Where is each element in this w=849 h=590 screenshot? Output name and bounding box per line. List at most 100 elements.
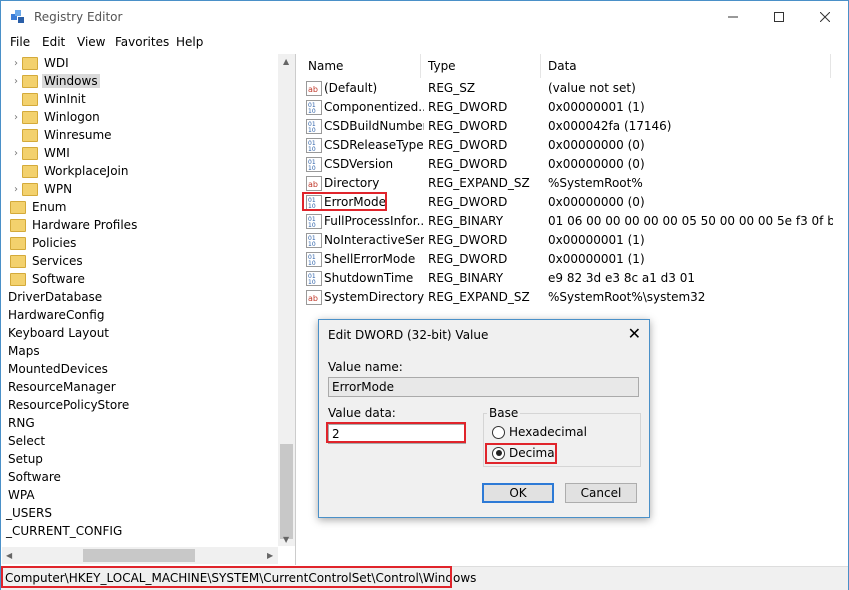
value-row[interactable]: ab Directory REG_EXPAND_SZ %SystemRoot% bbox=[301, 174, 848, 193]
tree-item[interactable]: _CURRENT_CONFIG bbox=[4, 522, 124, 540]
value-data: %SystemRoot%\system32 bbox=[548, 290, 706, 304]
value-data: 0x00000001 (1) bbox=[548, 252, 645, 266]
dialog-close-icon[interactable]: ✕ bbox=[628, 324, 641, 343]
value-name-field: ErrorMode bbox=[328, 377, 639, 397]
status-path-highlight bbox=[1, 566, 452, 588]
tree-item[interactable]: Setup bbox=[6, 450, 45, 468]
column-type[interactable]: Type bbox=[421, 54, 541, 78]
binary-value-icon: 0110 bbox=[306, 214, 322, 229]
value-row[interactable]: 01 10 CSDVersion REG_DWORD 0x00000000 (0) bbox=[301, 155, 848, 174]
tree-item[interactable]: › WDI bbox=[10, 54, 71, 72]
tree-item[interactable]: › Windows bbox=[10, 72, 100, 90]
scroll-down-icon[interactable]: ▼ bbox=[283, 535, 289, 544]
tree-item[interactable]: Software bbox=[2, 270, 87, 288]
tree-item-label: WDI bbox=[44, 56, 69, 70]
value-data: e9 82 3d e3 8c a1 d3 01 bbox=[548, 271, 695, 285]
value-type: REG_BINARY bbox=[428, 271, 504, 285]
tree-item-label: _USERS bbox=[6, 506, 52, 520]
tree-item-label: WMI bbox=[44, 146, 70, 160]
value-row[interactable]: 01 10 CSDReleaseType REG_DWORD 0x00000000 (0… bbox=[301, 136, 848, 155]
tree-item[interactable]: Winresume bbox=[10, 126, 114, 144]
value-type: REG_DWORD bbox=[428, 252, 508, 266]
tree-item-label: WPA bbox=[8, 488, 35, 502]
chevron-right-icon[interactable]: › bbox=[10, 58, 22, 69]
folder-icon bbox=[22, 164, 38, 178]
menu-edit[interactable]: Edit bbox=[42, 35, 65, 49]
string-value-icon: ab bbox=[306, 176, 322, 191]
chevron-right-icon[interactable]: › bbox=[10, 76, 22, 87]
value-row[interactable]: 01 10 FullProcessInfor... REG_BINARY 01 06 0… bbox=[301, 212, 848, 231]
value-row[interactable]: 01 10 CSDBuildNumber REG_DWORD 0x000042fa (1… bbox=[301, 117, 848, 136]
cancel-button[interactable]: Cancel bbox=[565, 483, 637, 503]
tree-item[interactable]: › Winlogon bbox=[10, 108, 102, 126]
tree-item[interactable]: Policies bbox=[2, 234, 78, 252]
tree-item[interactable]: ResourcePolicyStore bbox=[6, 396, 131, 414]
ok-button[interactable]: OK bbox=[482, 483, 554, 503]
folder-icon bbox=[10, 254, 26, 268]
value-row[interactable]: 01 10 ShellErrorMode REG_DWORD 0x00000001 (1… bbox=[301, 250, 848, 269]
tree-item[interactable]: Software bbox=[6, 468, 63, 486]
tree-item[interactable]: DriverDatabase bbox=[6, 288, 104, 306]
scroll-right-icon[interactable]: ▶ bbox=[267, 551, 273, 560]
scroll-up-icon[interactable]: ▲ bbox=[283, 57, 289, 66]
chevron-right-icon[interactable]: › bbox=[10, 184, 22, 195]
tree-item[interactable]: WorkplaceJoin bbox=[10, 162, 131, 180]
tree-item[interactable]: ResourceManager bbox=[6, 378, 118, 396]
menu-help[interactable]: Help bbox=[176, 35, 203, 49]
value-row[interactable]: ab (Default) REG_SZ (value not set) bbox=[301, 79, 848, 98]
scroll-left-icon[interactable]: ◀ bbox=[6, 551, 12, 560]
value-row[interactable]: ab SystemDirectory REG_EXPAND_SZ %SystemRoo… bbox=[301, 288, 848, 307]
tree-item[interactable]: WPA bbox=[6, 486, 37, 504]
svg-text:10: 10 bbox=[308, 146, 316, 153]
value-data: 0x00000001 (1) bbox=[548, 233, 645, 247]
tree-horizontal-scroll-thumb[interactable] bbox=[83, 549, 195, 562]
tree-item[interactable]: › WMI bbox=[10, 144, 72, 162]
menu-file[interactable]: File bbox=[10, 35, 30, 49]
folder-icon bbox=[10, 236, 26, 250]
tree-item[interactable]: Select bbox=[6, 432, 47, 450]
value-row[interactable]: 0110NoInteractiveSer... REG_DWORD 0x000000… bbox=[301, 231, 848, 250]
value-row[interactable]: 01 10 Componentized... REG_DWORD 0x00000001 … bbox=[301, 98, 848, 117]
value-row[interactable]: 01 10 ShutdownTime REG_BINARY e9 82 3d e3 8c… bbox=[301, 269, 848, 288]
tree-item[interactable]: RNG bbox=[6, 414, 37, 432]
tree-item[interactable]: Keyboard Layout bbox=[6, 324, 111, 342]
minimize-button[interactable] bbox=[710, 1, 756, 33]
value-name: FullProcessInfor... bbox=[324, 214, 424, 228]
tree-item[interactable]: MountedDevices bbox=[6, 360, 110, 378]
value-name: Directory bbox=[324, 176, 380, 190]
tree-item[interactable]: HardwareConfig bbox=[6, 306, 106, 324]
close-button[interactable] bbox=[802, 1, 848, 33]
tree-item[interactable]: Maps bbox=[6, 342, 42, 360]
tree-item-label: Winlogon bbox=[44, 110, 100, 124]
tree-item-label: WPN bbox=[44, 182, 73, 196]
menu-view[interactable]: View bbox=[77, 35, 105, 49]
tree-item[interactable]: › WPN bbox=[10, 180, 74, 198]
folder-icon bbox=[22, 110, 38, 124]
tree-item[interactable]: _USERS bbox=[4, 504, 54, 522]
tree-item[interactable]: WinInit bbox=[10, 90, 88, 108]
dialog-title: Edit DWORD (32-bit) Value bbox=[328, 328, 489, 342]
binary-value-icon: 0110 bbox=[306, 119, 322, 134]
column-name[interactable]: Name bbox=[301, 54, 421, 78]
tree-item[interactable]: Services bbox=[2, 252, 85, 270]
menu-favorites[interactable]: Favorites bbox=[115, 35, 169, 49]
tree-item-label: HardwareConfig bbox=[8, 308, 105, 322]
hexadecimal-radio[interactable]: Hexadecimal bbox=[492, 425, 587, 439]
column-data[interactable]: Data bbox=[541, 54, 831, 78]
value-name: CSDBuildNumber bbox=[324, 119, 424, 133]
value-type: REG_DWORD bbox=[428, 157, 508, 171]
value-data: 01 06 00 00 00 00 00 05 50 00 00 00 5e f… bbox=[548, 214, 833, 228]
string-value-icon: ab bbox=[306, 290, 322, 305]
svg-text:10: 10 bbox=[308, 279, 316, 286]
chevron-right-icon[interactable]: › bbox=[10, 148, 22, 159]
chevron-right-icon[interactable]: › bbox=[10, 112, 22, 123]
maximize-button[interactable] bbox=[756, 1, 802, 33]
folder-icon bbox=[10, 272, 26, 286]
tree-item[interactable]: Enum bbox=[2, 198, 68, 216]
binary-value-icon: 0110 bbox=[306, 233, 322, 248]
base-label: Base bbox=[487, 406, 521, 420]
minimize-icon bbox=[728, 16, 738, 18]
tree-vertical-scroll-thumb[interactable] bbox=[280, 444, 293, 539]
tree-item[interactable]: Hardware Profiles bbox=[2, 216, 139, 234]
tree-item-label: Maps bbox=[8, 344, 40, 358]
